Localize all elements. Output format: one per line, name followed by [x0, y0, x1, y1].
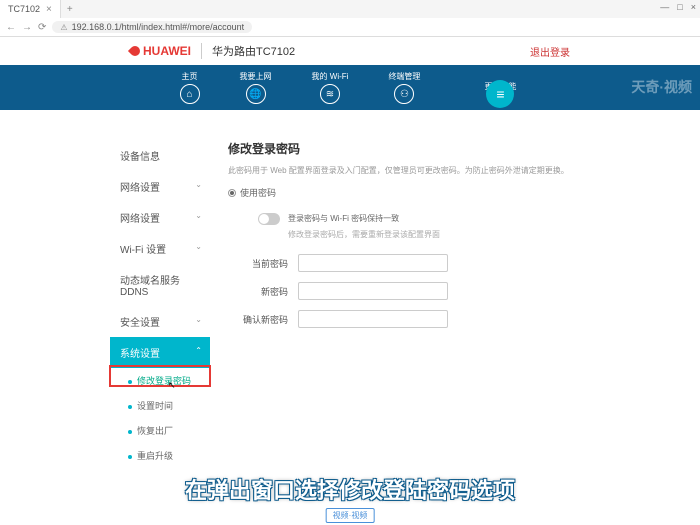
chevron-down-icon: ⌄ — [195, 242, 202, 251]
confirm-password-input[interactable] — [298, 310, 448, 328]
devices-icon: ⚇ — [394, 84, 414, 104]
sidebar-sub-change-password[interactable]: 修改登录密码 ↖ — [110, 368, 210, 393]
hamburger-icon[interactable]: ≡ — [486, 80, 514, 108]
chevron-down-icon: ⌄ — [195, 315, 202, 324]
watermark: 天奇·视频 — [631, 77, 692, 97]
address-bar: ← → ⟳ ⚠ 192.168.0.1/html/index.html#/mor… — [0, 18, 700, 36]
form-row-current: 当前密码 — [228, 254, 590, 272]
brand-logo: HUAWEI — [130, 44, 191, 58]
sidebar-item-ddns[interactable]: 动态域名服务 DDNS — [110, 264, 210, 306]
huawei-petal-icon — [128, 44, 142, 58]
browser-tab[interactable]: TC7102 × — [0, 0, 61, 18]
logout-link[interactable]: 退出登录 — [530, 44, 570, 59]
tab-bar: TC7102 × + — □ × — [0, 0, 700, 18]
reload-button[interactable]: ⟳ — [38, 22, 46, 33]
bullet-icon — [128, 430, 132, 434]
form-row-confirm: 确认新密码 — [228, 310, 590, 328]
back-button[interactable]: ← — [6, 22, 16, 33]
new-tab-button[interactable]: + — [61, 4, 79, 15]
content: 设备信息 网络设置⌄ 网络设置⌄ Wi-Fi 设置⌄ 动态域名服务 DDNS 安… — [0, 110, 700, 468]
close-window-button[interactable]: × — [691, 2, 696, 12]
chevron-down-icon: ⌄ — [195, 211, 202, 220]
window-controls: — □ × — [660, 2, 696, 12]
current-password-label: 当前密码 — [228, 257, 298, 270]
sidebar-item-network[interactable]: 网络设置⌄ — [110, 171, 210, 202]
maximize-button[interactable]: □ — [677, 2, 682, 12]
confirm-password-label: 确认新密码 — [228, 313, 298, 326]
sidebar-sub-restore[interactable]: 恢复出厂 — [110, 418, 210, 443]
sidebar: 设备信息 网络设置⌄ 网络设置⌄ Wi-Fi 设置⌄ 动态域名服务 DDNS 安… — [110, 140, 210, 468]
toggle-switch[interactable] — [258, 213, 280, 225]
url-input[interactable]: ⚠ 192.168.0.1/html/index.html#/more/acco… — [52, 21, 252, 33]
forward-button[interactable]: → — [22, 22, 32, 33]
video-subtitle: 在弹出窗口选择修改登陆密码选项 — [185, 473, 515, 505]
globe-icon: 🌐 — [246, 84, 266, 104]
radio-option[interactable]: 使用密码 — [228, 186, 590, 199]
bottom-widget: 视频·视频 — [326, 508, 375, 523]
sidebar-item-device-info[interactable]: 设备信息 — [110, 140, 210, 171]
chevron-up-icon: ⌃ — [195, 346, 202, 355]
brand-text: HUAWEI — [143, 44, 191, 58]
radio-icon — [228, 189, 236, 197]
lock-icon: ⚠ — [60, 23, 67, 32]
close-icon[interactable]: × — [46, 4, 52, 15]
nav-wifi[interactable]: 我的 Wi-Fi ≋ — [312, 71, 349, 104]
bullet-icon — [128, 455, 132, 459]
sidebar-sub-reboot[interactable]: 重启升级 — [110, 443, 210, 468]
toggle-label: 登录密码与 Wi-Fi 密码保持一致 — [288, 213, 399, 224]
sidebar-item-system[interactable]: 系统设置⌃ — [110, 337, 210, 368]
nav-label: 主页 — [182, 71, 198, 82]
wifi-icon: ≋ — [320, 84, 340, 104]
nav-label: 我的 Wi-Fi — [312, 71, 349, 82]
cursor-icon: ↖ — [168, 380, 176, 391]
home-icon: ⌂ — [180, 84, 200, 104]
url-text: 192.168.0.1/html/index.html#/more/accoun… — [72, 22, 245, 32]
panel-description: 此密码用于 Web 配置界面登录及入门配置，仅管理员可更改密码。为防止密码外泄请… — [228, 165, 590, 176]
sidebar-sub-time[interactable]: 设置时间 — [110, 393, 210, 418]
chevron-down-icon: ⌄ — [195, 180, 202, 189]
nav-home[interactable]: 主页 ⌂ — [180, 71, 200, 104]
main-nav: 主页 ⌂ 我要上网 🌐 我的 Wi-Fi ≋ 终端管理 ⚇ 更多功能 ≡ 天奇·… — [0, 65, 700, 110]
minimize-button[interactable]: — — [660, 2, 669, 12]
current-password-input[interactable] — [298, 254, 448, 272]
model-name: 华为路由TC7102 — [201, 43, 295, 59]
browser-chrome: TC7102 × + — □ × ← → ⟳ ⚠ 192.168.0.1/htm… — [0, 0, 700, 37]
tab-title: TC7102 — [8, 4, 40, 14]
toggle-row: 登录密码与 Wi-Fi 密码保持一致 — [258, 213, 590, 225]
form-row-new: 新密码 — [228, 282, 590, 300]
nav-more[interactable]: 更多功能 ≡ — [480, 81, 520, 94]
bullet-icon — [128, 380, 132, 384]
sidebar-item-network2[interactable]: 网络设置⌄ — [110, 202, 210, 233]
radio-label: 使用密码 — [240, 186, 276, 199]
toggle-hint: 修改登录密码后，需要重新登录该配置界面 — [288, 229, 590, 240]
sidebar-item-wifi[interactable]: Wi-Fi 设置⌄ — [110, 233, 210, 264]
sidebar-item-security[interactable]: 安全设置⌄ — [110, 306, 210, 337]
panel-title: 修改登录密码 — [228, 140, 590, 157]
nav-internet[interactable]: 我要上网 🌐 — [240, 71, 272, 104]
page-header: HUAWEI 华为路由TC7102 退出登录 — [0, 37, 700, 65]
nav-label: 我要上网 — [240, 71, 272, 82]
nav-label: 终端管理 — [388, 71, 420, 82]
main-panel: 修改登录密码 此密码用于 Web 配置界面登录及入门配置，仅管理员可更改密码。为… — [210, 140, 590, 468]
new-password-input[interactable] — [298, 282, 448, 300]
nav-devices[interactable]: 终端管理 ⚇ — [388, 71, 420, 104]
bullet-icon — [128, 405, 132, 409]
new-password-label: 新密码 — [228, 285, 298, 298]
